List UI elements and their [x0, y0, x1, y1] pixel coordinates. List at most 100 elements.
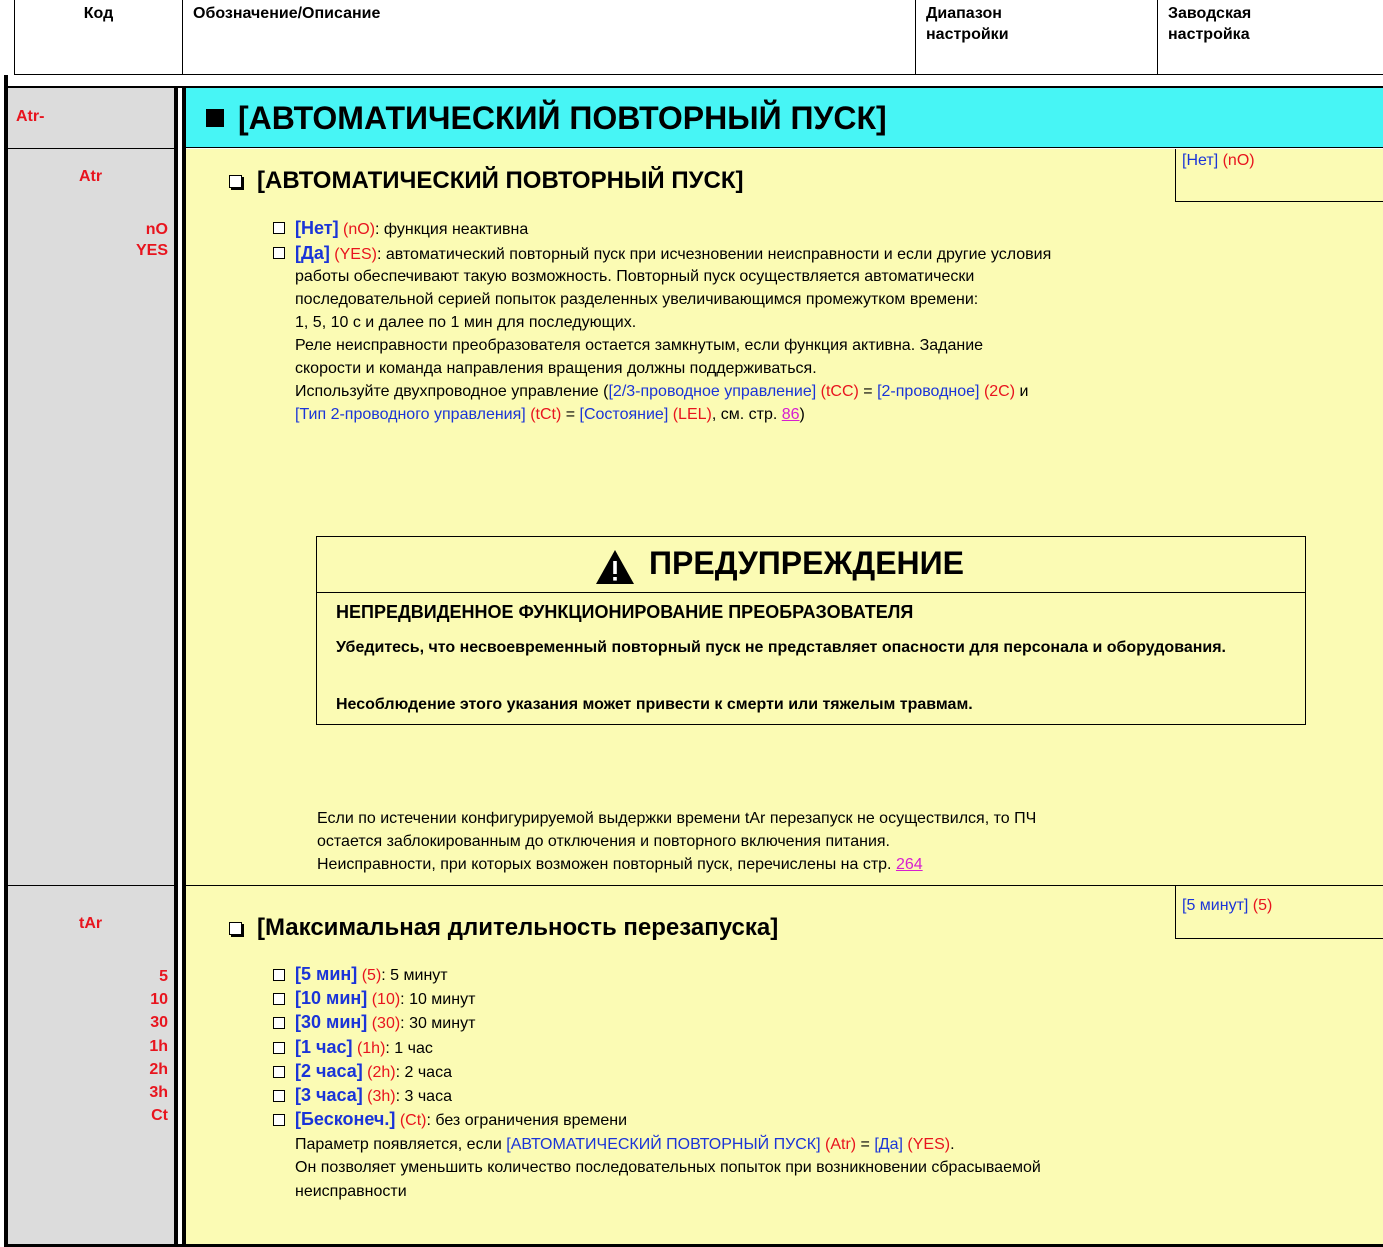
ref-text: =: [858, 383, 878, 400]
header-code: Код: [15, 0, 183, 75]
atr-body: [Нет] (nO): функция неактивна [Да] (YES)…: [273, 218, 1380, 426]
checkbox-icon: [273, 1041, 285, 1054]
tar-value-codes: 5 10 30 1h 2h 3h Ct: [8, 965, 168, 1127]
checkbox-icon: [273, 1017, 285, 1030]
faults-text: Неисправности, при которых возможен повт…: [317, 856, 896, 873]
option-label: [1 час]: [295, 1036, 353, 1057]
param-code: (Atr): [825, 1136, 857, 1154]
param-link: [Тип 2-проводного управления]: [295, 406, 526, 423]
tar-option-2h: [2 часа] (2h): 2 часа: [273, 1060, 1373, 1084]
param-code: (2C): [983, 383, 1016, 400]
atr-factory-code: (nO): [1222, 152, 1255, 169]
option-label: [2 часа]: [295, 1060, 363, 1081]
value-code: 10: [150, 991, 168, 1009]
tar-option-1h: [1 час] (1h): 1 час: [273, 1036, 1373, 1060]
option-code: (Ct): [399, 1112, 427, 1130]
checkbox-icon: [273, 1114, 285, 1127]
option-code: (YES): [334, 246, 377, 263]
ref-text: , см. стр.: [711, 406, 782, 423]
tar-options: [5 мин] (5): 5 минут [10 мин] (10): 10 м…: [273, 963, 1373, 1204]
after-line: остается заблокированным до отключения и…: [317, 833, 890, 850]
value-code: 2h: [149, 1060, 168, 1078]
page-link-86[interactable]: 86: [782, 406, 800, 423]
header-factory: Заводская настройка: [1158, 0, 1383, 75]
option-text: : 30 минут: [400, 1015, 476, 1033]
option-label: [10 мин]: [295, 988, 368, 1009]
option-text: : 10 минут: [400, 991, 476, 1009]
option-text: : без ограничения времени: [426, 1112, 628, 1130]
faults-reference: Неисправности, при которых возможен повт…: [317, 853, 1377, 876]
desc-line: последовательной серией попыток разделен…: [295, 291, 979, 308]
menu-row-rule: [8, 148, 174, 149]
checkbox-icon: [273, 993, 285, 1006]
ref-text: Используйте двухпроводное управление (: [295, 383, 609, 400]
desc-line: скорости и команда направления вращения …: [295, 360, 817, 377]
ref-text: и: [1015, 383, 1029, 400]
row-separator: [8, 885, 174, 886]
checkbox-icon: [273, 247, 285, 259]
option-code: (nO): [343, 221, 376, 238]
desc-line: работы обеспечивают такую возможность. П…: [295, 268, 975, 285]
value-code: 1h: [149, 1037, 168, 1055]
tar-note-2: Он позволяет уменьшить количество послед…: [273, 1156, 1373, 1204]
option-code: (3h): [367, 1088, 396, 1106]
tar-option-3h: [3 часа] (3h): 3 часа: [273, 1084, 1373, 1108]
note-line: неисправности: [295, 1183, 407, 1201]
ref-text: =: [561, 406, 580, 423]
option-label: [Да]: [295, 243, 330, 263]
param-link: [АВТОМАТИЧЕСКИЙ ПОВТОРНЫЙ ПУСК]: [506, 1136, 821, 1154]
note-line: Он позволяет уменьшить количество послед…: [295, 1159, 1041, 1177]
warning-title: ПРЕДУПРЕЖДЕНИЕ: [649, 545, 964, 581]
atr-description: работы обеспечивают такую возможность. П…: [295, 265, 1380, 426]
value-code-yes: YES: [135, 242, 168, 259]
tar-option-10: [10 мин] (10): 10 минут: [273, 987, 1373, 1011]
warning-title-row: ПРЕДУПРЕЖДЕНИЕ: [317, 537, 1305, 593]
atr-option-no: [Нет] (nO): функция неактивна: [273, 218, 1358, 240]
checkbox-icon: [273, 222, 285, 234]
atr-option-yes: [Да] (YES): автоматический повторный пус…: [273, 243, 1358, 265]
atr-factory-label: [Нет]: [1182, 152, 1219, 169]
wiring-reference-line-1: Используйте двухпроводное управление ([2…: [295, 380, 1380, 403]
note-text: =: [856, 1136, 875, 1154]
wiring-reference-line-2: [Тип 2-проводного управления] (tCt) = [С…: [295, 403, 1380, 426]
after-line: Если по истечении конфигурируемой выдерж…: [317, 810, 1037, 827]
option-text: : 2 часа: [395, 1063, 452, 1081]
param-code: (tCt): [530, 406, 562, 423]
option-code: (2h): [367, 1063, 396, 1081]
tar-factory-label: [5 минут]: [1182, 897, 1249, 914]
tar-option-ct: [Бесконеч.] (Ct): без ограничения времен…: [273, 1108, 1373, 1132]
menu-code: Atr-: [16, 108, 45, 125]
value-code: 30: [150, 1014, 168, 1032]
value-code: 5: [159, 968, 168, 985]
atr-factory-cell: [Нет] (nO): [1175, 149, 1383, 202]
option-text: : автоматический повторный пуск при исче…: [376, 246, 1052, 263]
ref-text: ): [799, 406, 805, 423]
option-text: : 1 час: [385, 1039, 433, 1057]
tar-note-1: Параметр появляется, если [АВТОМАТИЧЕСКИ…: [273, 1133, 1373, 1156]
option-code: (10): [371, 991, 401, 1009]
atr-title: [АВТОМАТИЧЕСКИЙ ПОВТОРНЫЙ ПУСК]: [257, 167, 744, 194]
option-text: : 3 часа: [395, 1088, 452, 1106]
header-description: Обозначение/Описание: [183, 0, 916, 75]
atr-factory-box: [Нет] (nO): [1175, 149, 1383, 202]
desc-line: Реле неисправности преобразователя остае…: [295, 337, 984, 354]
atr-after-text: Если по истечении конфигурируемой выдерж…: [317, 807, 1377, 876]
param-code: (YES): [907, 1136, 951, 1154]
param-link: [2/3-проводное управление]: [608, 383, 817, 400]
value-code: Ct: [151, 1107, 168, 1125]
tar-factory-cell: [5 минут] (5): [1175, 886, 1383, 939]
note-text: .: [950, 1136, 955, 1154]
option-code: (30): [371, 1015, 401, 1033]
tar-option-30: [30 мин] (30): 30 минут: [273, 1011, 1373, 1035]
option-label: [30 мин]: [295, 1012, 368, 1033]
param-value: [Да]: [874, 1136, 903, 1154]
warning-triangle-icon: [596, 550, 634, 584]
page-link-264[interactable]: 264: [896, 856, 923, 873]
header-range-text: Диапазон настройки: [926, 5, 1009, 43]
option-text: : функция неактивна: [375, 221, 529, 238]
option-code: (5): [361, 967, 382, 984]
value-code-no: nO: [145, 221, 168, 238]
option-label: [Бесконеч.]: [295, 1109, 396, 1130]
desc-line: 1, 5, 10 с и далее по 1 мин для последую…: [295, 314, 637, 331]
column-divider: [174, 87, 178, 1244]
